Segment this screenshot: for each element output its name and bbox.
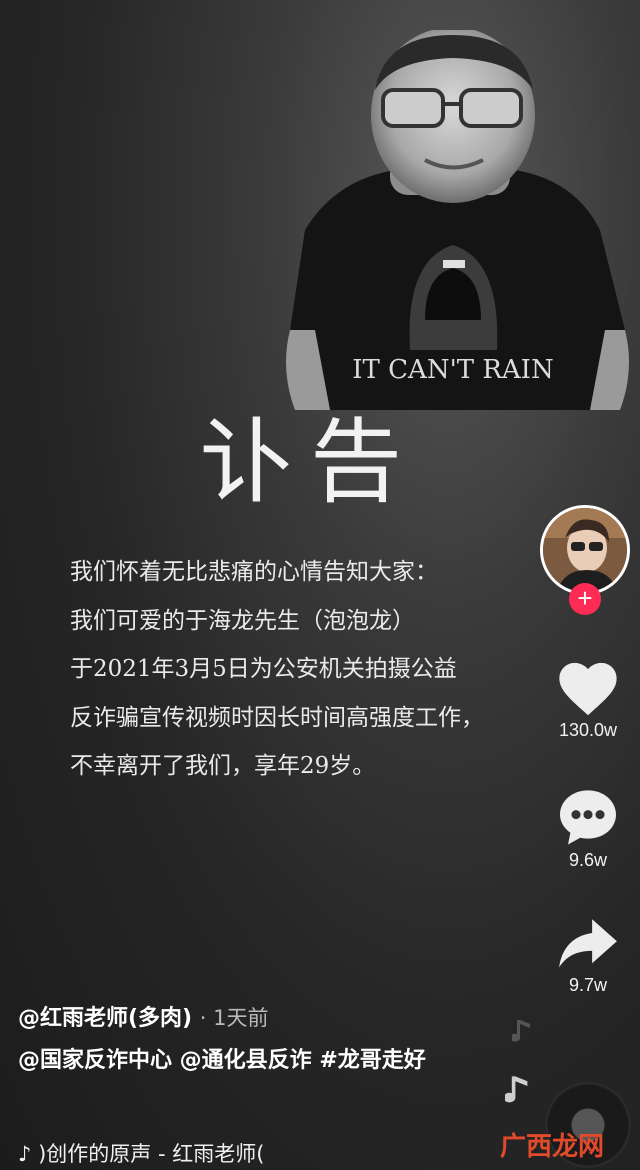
person-photo: IT CAN'T RAIN bbox=[286, 30, 629, 410]
share-button[interactable]: 9.7w bbox=[548, 915, 628, 996]
music-info[interactable]: ♪ )创作的原声 - 红雨老师( bbox=[18, 1138, 264, 1168]
shirt-text: IT CAN'T RAIN bbox=[352, 355, 553, 385]
post-caption[interactable]: @国家反诈中心 @通化县反诈 #龙哥走好 bbox=[18, 1044, 488, 1078]
share-count: 9.7w bbox=[568, 975, 608, 995]
obituary-body: 我们怀着无比悲痛的心情告知大家： 我们可爱的于海龙先生（泡泡龙） 于2021年3… bbox=[70, 548, 570, 791]
music-note-icon bbox=[512, 1020, 530, 1042]
music-note-icon bbox=[505, 1076, 528, 1103]
obituary-line: 不幸离开了我们，享年29岁。 bbox=[70, 753, 376, 779]
like-count: 130.0w bbox=[558, 720, 618, 740]
obituary-line: 我们可爱的于海龙先生（泡泡龙） bbox=[70, 607, 415, 634]
obituary-line: 反诈骗宣传视频时因长时间高强度工作， bbox=[70, 704, 484, 731]
obituary-title: 讣告 bbox=[199, 409, 420, 516]
author-line: @红雨老师(多肉) · 1天前 bbox=[18, 1000, 269, 1032]
obituary-line: 于2021年3月5日为公安机关拍摄公益 bbox=[70, 656, 457, 682]
comment-count: 9.6w bbox=[568, 850, 608, 870]
share-arrow-icon bbox=[559, 919, 617, 968]
author-avatar-group: + bbox=[540, 505, 634, 615]
avatar-photo bbox=[543, 508, 627, 592]
follow-button[interactable]: + bbox=[569, 583, 601, 615]
heart-icon bbox=[559, 662, 617, 716]
comment-button[interactable]: 9.6w bbox=[548, 786, 628, 871]
author-name[interactable]: @红雨老师(多肉) bbox=[18, 1006, 192, 1031]
comment-icon bbox=[560, 790, 616, 845]
like-button[interactable]: 130.0w bbox=[548, 658, 628, 741]
watermark-logo: 广西龙网 bbox=[500, 1132, 605, 1162]
post-time: · 1天前 bbox=[199, 1006, 269, 1030]
author-avatar[interactable] bbox=[540, 505, 630, 595]
obituary-line: 我们怀着无比悲痛的心情告知大家： bbox=[70, 559, 438, 585]
